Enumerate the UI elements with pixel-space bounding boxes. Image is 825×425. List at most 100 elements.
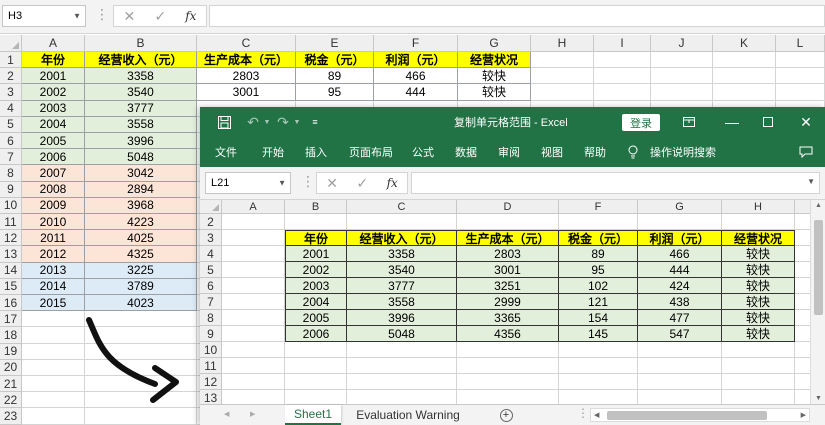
row-header[interactable]: 12	[0, 230, 22, 247]
table-cell[interactable]: 2004	[285, 294, 347, 310]
vertical-scroll-thumb[interactable]	[814, 220, 823, 315]
row-header[interactable]: 5	[0, 116, 22, 133]
insert-function-icon[interactable]: fx	[387, 176, 398, 190]
table-cell[interactable]: 4356	[457, 326, 559, 342]
table-cell[interactable]: 154	[559, 310, 638, 326]
table-cell[interactable]: 较快	[458, 68, 531, 85]
column-header[interactable]: C	[347, 200, 457, 214]
bg-name-box[interactable]: H3 ▼	[2, 5, 86, 27]
scroll-right-icon[interactable]: ▶	[801, 411, 806, 419]
row-header[interactable]: 22	[0, 392, 22, 409]
ribbon-tab-0[interactable]: 文件	[215, 137, 237, 167]
table-cell[interactable]: 5048	[85, 149, 197, 166]
table-cell[interactable]: 95	[296, 84, 374, 101]
table-cell[interactable]: 3042	[85, 165, 197, 182]
table-cell[interactable]: 4325	[85, 246, 197, 263]
cell[interactable]	[347, 374, 457, 390]
ribbon-display-icon[interactable]	[680, 107, 698, 137]
confirm-icon[interactable]: ✓	[154, 8, 166, 25]
column-header[interactable]: D	[457, 200, 559, 214]
cell[interactable]	[222, 310, 285, 326]
ribbon-tab-4[interactable]: 公式	[412, 137, 434, 167]
customize-toolbar-icon[interactable]: ≡	[308, 107, 322, 137]
undo-dropdown-icon[interactable]: ▼	[262, 107, 272, 137]
table-cell[interactable]: 3777	[347, 278, 457, 294]
cell[interactable]	[85, 327, 197, 344]
table-header-cell[interactable]: 年份	[285, 230, 347, 246]
table-cell[interactable]: 2001	[285, 246, 347, 262]
ribbon-tab-5[interactable]: 数据	[455, 137, 477, 167]
cell[interactable]	[651, 68, 713, 85]
table-cell[interactable]: 2003	[22, 100, 85, 117]
table-cell[interactable]: 2003	[285, 278, 347, 294]
vertical-scrollbar[interactable]: ▲ ▼	[810, 200, 825, 404]
table-header-cell[interactable]: 经营状况	[458, 52, 531, 69]
row-header[interactable]: 4	[200, 246, 222, 262]
table-cell[interactable]: 2004	[22, 116, 85, 133]
row-header[interactable]: 9	[0, 181, 22, 198]
chevron-down-icon[interactable]: ▼	[73, 12, 81, 21]
table-cell[interactable]: 较快	[722, 278, 795, 294]
ribbon-tab-3[interactable]: 页面布局	[349, 137, 393, 167]
table-cell[interactable]: 3996	[85, 133, 197, 150]
ribbon-tab-8[interactable]: 帮助	[584, 137, 606, 167]
redo-dropdown-icon[interactable]: ▼	[292, 107, 302, 137]
row-header[interactable]: 14	[0, 262, 22, 279]
confirm-icon[interactable]: ✓	[356, 175, 368, 192]
table-cell[interactable]: 444	[638, 262, 722, 278]
cell[interactable]	[638, 358, 722, 374]
cell[interactable]	[651, 52, 713, 69]
table-cell[interactable]: 2007	[22, 165, 85, 182]
table-cell[interactable]: 3558	[85, 116, 197, 133]
comments-icon[interactable]	[796, 137, 816, 167]
cell[interactable]	[22, 392, 85, 409]
table-cell[interactable]: 2012	[22, 246, 85, 263]
table-cell[interactable]: 424	[638, 278, 722, 294]
row-header[interactable]: 8	[200, 310, 222, 326]
cell[interactable]	[638, 214, 722, 230]
row-header[interactable]: 2	[200, 214, 222, 230]
cell[interactable]	[457, 374, 559, 390]
row-header[interactable]: 11	[0, 214, 22, 231]
column-header[interactable]: C	[197, 35, 296, 52]
table-cell[interactable]: 2001	[22, 68, 85, 85]
cell[interactable]	[531, 68, 594, 85]
worksheet-grid[interactable]: A B C D F G H 2 3 4 5 6 7 8 9 10 11 12 13 年份 经营收入（元） 生产成本（元）税…	[200, 200, 825, 425]
cell[interactable]	[776, 68, 825, 85]
table-cell[interactable]: 2002	[22, 84, 85, 101]
row-header[interactable]: 20	[0, 359, 22, 376]
table-cell[interactable]: 较快	[722, 294, 795, 310]
column-header[interactable]: E	[296, 35, 374, 52]
cell[interactable]	[594, 52, 651, 69]
row-header[interactable]: 4	[0, 100, 22, 117]
row-header[interactable]: 5	[200, 262, 222, 278]
cell[interactable]	[722, 342, 795, 358]
table-cell[interactable]: 3001	[197, 84, 296, 101]
redo-icon[interactable]: ↷	[274, 107, 292, 137]
tell-me-search[interactable]: 操作说明搜索	[650, 137, 716, 167]
table-cell[interactable]: 466	[374, 68, 458, 85]
table-cell[interactable]: 较快	[722, 326, 795, 342]
table-header-cell[interactable]: 经营收入（元）	[347, 230, 457, 246]
table-cell[interactable]: 3358	[347, 246, 457, 262]
row-header[interactable]: 23	[0, 408, 22, 425]
cell[interactable]	[222, 358, 285, 374]
table-cell[interactable]: 2002	[285, 262, 347, 278]
scroll-down-icon[interactable]: ▼	[815, 395, 822, 402]
table-header-cell[interactable]: 税金（元）	[296, 52, 374, 69]
table-cell[interactable]: 2006	[285, 326, 347, 342]
row-header[interactable]: 6	[200, 278, 222, 294]
table-cell[interactable]: 102	[559, 278, 638, 294]
cell[interactable]	[285, 342, 347, 358]
row-header[interactable]: 10	[200, 342, 222, 358]
table-cell[interactable]: 3540	[347, 262, 457, 278]
cell[interactable]	[22, 376, 85, 393]
cell[interactable]	[594, 68, 651, 85]
cell[interactable]	[222, 246, 285, 262]
horizontal-scroll-thumb[interactable]	[607, 411, 767, 420]
row-header[interactable]: 16	[0, 295, 22, 312]
table-cell[interactable]: 3365	[457, 310, 559, 326]
cell[interactable]	[651, 84, 713, 101]
table-cell[interactable]: 2008	[22, 181, 85, 198]
table-cell[interactable]: 2999	[457, 294, 559, 310]
